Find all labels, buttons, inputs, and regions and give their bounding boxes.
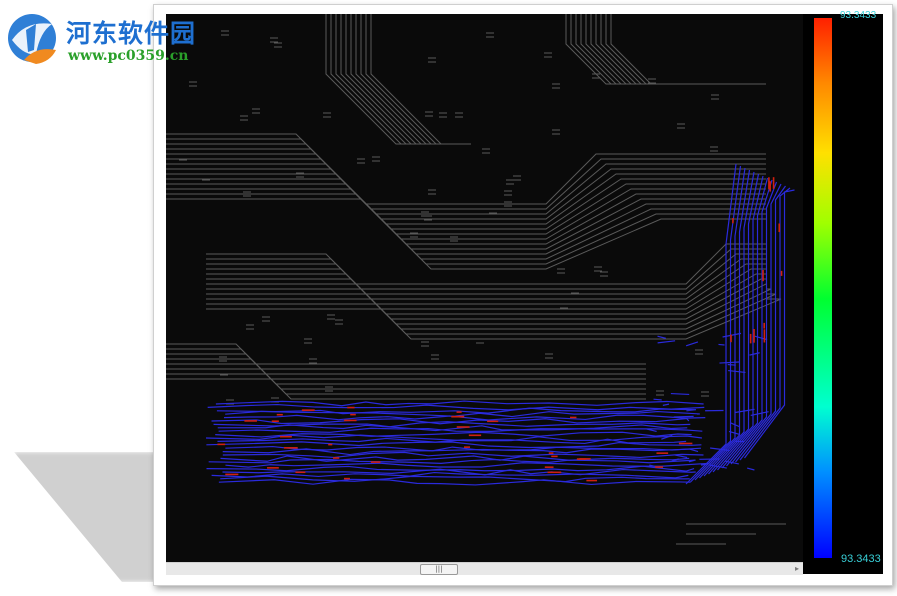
current-trace xyxy=(690,165,742,483)
color-scale-bar xyxy=(814,18,832,558)
current-trace xyxy=(673,415,694,418)
gray-pad xyxy=(179,159,187,165)
gray-pad xyxy=(220,374,228,380)
gray-pad xyxy=(246,324,254,330)
gray-pad xyxy=(552,129,560,135)
current-trace xyxy=(670,392,690,396)
current-trace xyxy=(727,363,736,366)
current-trace xyxy=(653,398,662,401)
current-trace xyxy=(749,352,760,356)
gray-trace xyxy=(610,14,766,85)
current-trace xyxy=(674,454,688,459)
gray-pad xyxy=(656,390,664,396)
current-trace xyxy=(699,169,751,479)
gray-pad xyxy=(304,338,312,344)
gray-trace xyxy=(575,14,766,85)
watermark-logo: 河东软件园 www.pc0359.cn xyxy=(4,8,214,70)
gray-pad xyxy=(710,146,718,152)
gray-pad xyxy=(504,190,512,196)
gray-pad xyxy=(335,319,343,325)
gray-pad xyxy=(482,148,490,154)
scroll-right-arrow-icon[interactable]: ▸ xyxy=(792,564,802,574)
gray-pad xyxy=(262,316,270,322)
current-trace xyxy=(223,414,706,421)
current-trace xyxy=(735,185,786,463)
current-trace xyxy=(747,467,755,471)
current-trace xyxy=(211,417,690,425)
current-trace xyxy=(718,343,725,346)
gray-pad xyxy=(455,112,463,118)
gray-pad xyxy=(327,314,335,320)
gray-trace xyxy=(676,523,786,545)
current-trace xyxy=(220,475,690,483)
gray-pad xyxy=(240,115,248,121)
gray-pad xyxy=(372,156,380,162)
gray-pad xyxy=(431,354,439,360)
gray-pad xyxy=(545,353,553,359)
drop-shadow xyxy=(14,452,164,582)
gray-pad xyxy=(486,32,494,38)
gray-trace xyxy=(595,14,766,85)
gray-pad xyxy=(695,349,703,355)
gray-pad xyxy=(600,271,608,277)
gray-trace xyxy=(580,14,766,85)
logo-icon xyxy=(8,14,56,64)
gray-pad xyxy=(309,358,317,364)
gray-pad xyxy=(270,37,278,43)
gray-trace xyxy=(585,14,766,85)
gray-pad xyxy=(428,57,436,63)
gray-pad xyxy=(428,189,436,195)
gray-pad xyxy=(594,266,602,272)
current-trace xyxy=(218,427,703,433)
scrollbar-thumb[interactable]: ||| xyxy=(420,564,458,575)
current-trace xyxy=(685,341,699,347)
gray-trace xyxy=(590,14,766,85)
gray-pad xyxy=(274,42,282,48)
horizontal-scrollbar[interactable]: ||| ▸ xyxy=(166,562,803,575)
gray-pad xyxy=(571,288,579,294)
color-scale-panel: 93.3433 93.3433 xyxy=(803,10,883,574)
gray-pad xyxy=(189,81,197,87)
gray-pad xyxy=(711,94,719,100)
pcb-current-density-view[interactable] xyxy=(166,14,803,562)
gray-pad xyxy=(221,30,229,36)
current-trace xyxy=(218,478,691,486)
gray-pad xyxy=(202,179,210,185)
scale-max-label: 93.3433 xyxy=(840,10,877,21)
gray-pad xyxy=(544,52,552,58)
pcb-traces-canvas xyxy=(166,14,795,545)
current-trace xyxy=(208,458,696,464)
current-trace xyxy=(754,335,768,341)
current-trace xyxy=(657,340,676,344)
gray-pad xyxy=(552,83,560,89)
scale-min-label: 93.3433 xyxy=(841,553,881,565)
current-trace xyxy=(734,408,755,414)
gray-pad xyxy=(506,179,514,185)
gray-pad xyxy=(677,123,685,129)
current-trace xyxy=(726,181,778,467)
current-trace xyxy=(657,335,667,339)
gray-pad xyxy=(513,175,521,181)
gray-pad xyxy=(557,268,565,274)
current-trace xyxy=(662,403,670,406)
current-trace xyxy=(730,183,782,465)
gray-pad xyxy=(439,112,447,118)
watermark-title: 河东软件园 xyxy=(66,19,197,48)
gray-pad xyxy=(425,111,433,117)
gray-trace xyxy=(570,14,766,85)
gray-pad xyxy=(489,208,497,214)
current-trace xyxy=(685,163,737,485)
gray-pad xyxy=(357,158,365,164)
gray-pad xyxy=(701,391,709,397)
gray-pad xyxy=(476,338,484,344)
watermark-url: www.pc0359.cn xyxy=(68,48,189,64)
gray-pad xyxy=(560,303,568,309)
gray-pad xyxy=(252,108,260,114)
current-trace xyxy=(719,361,740,364)
current-trace xyxy=(717,177,769,471)
current-trace xyxy=(207,403,705,411)
gray-pad xyxy=(323,112,331,118)
gray-pad xyxy=(421,341,429,347)
